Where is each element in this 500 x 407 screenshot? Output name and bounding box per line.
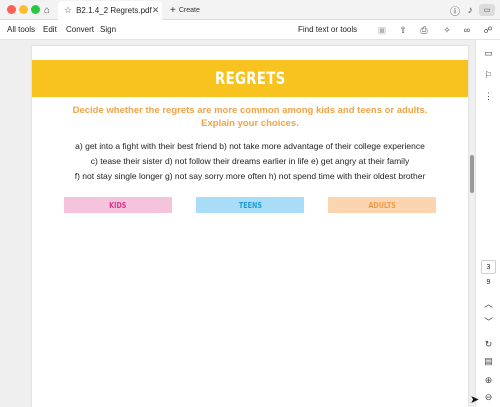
more-tools-icon[interactable]: ⋮ — [481, 89, 496, 103]
regret-line: f) not stay single longer g) not say sor… — [74, 171, 426, 181]
share-icon[interactable]: ☍ — [481, 23, 495, 37]
zoom-out-icon[interactable]: ⊖ — [481, 390, 496, 404]
category-kids-label: KIDS — [109, 200, 127, 210]
vertical-scrollbar[interactable] — [470, 155, 474, 193]
zoom-in-icon[interactable]: ⊕ — [481, 373, 496, 387]
category-teens-label: TEENS — [238, 200, 262, 210]
title-banner: REGRETS — [32, 60, 468, 97]
star-icon[interactable]: ☆ — [64, 5, 72, 16]
menu-sign[interactable]: Sign — [100, 25, 116, 34]
refresh-icon[interactable]: ↻ — [481, 337, 496, 351]
menu-convert[interactable]: Convert — [66, 25, 94, 34]
regret-line: a) get into a fight with their best frie… — [75, 141, 425, 151]
instruction-line: Decide whether the regrets are more comm… — [72, 105, 428, 116]
close-icon[interactable]: ✕ — [152, 5, 160, 16]
tab-title: B2.1.4_2 Regrets.pdf — [76, 6, 152, 15]
instructions: Decide whether the regrets are more comm… — [62, 104, 438, 130]
app-menu-bar: All tools Edit Convert Sign Find text or… — [0, 20, 500, 40]
chevron-down-icon[interactable]: ﹀ — [481, 314, 496, 328]
category-teens-box: TEENS — [196, 197, 304, 213]
bookmark-icon[interactable]: ⚐ — [481, 68, 496, 82]
category-adults-box: ADULTS — [328, 197, 436, 213]
save-icon[interactable]: ▤ — [481, 354, 496, 368]
comment-icon[interactable]: ▭ — [481, 46, 496, 60]
instruction-line: Explain your choices. — [201, 118, 299, 129]
help-icon[interactable]: ⓘ — [449, 2, 461, 18]
browser-tab-bar: ⌂ ☆ B2.1.4_2 Regrets.pdf ✕ + Create ⓘ ♪ … — [0, 0, 500, 20]
document-viewport[interactable]: REGRETS Decide whether the regrets are m… — [0, 40, 475, 407]
regret-line: c) tease their sister d) not follow thei… — [90, 156, 410, 166]
ai-assistant-icon[interactable]: ✧ — [440, 23, 454, 37]
page-tools-icon[interactable]: ▣ — [375, 23, 389, 37]
chevron-up-icon[interactable]: ︿ — [481, 296, 496, 310]
mouse-cursor-icon: ➤ — [470, 394, 480, 406]
create-tab-button[interactable]: + Create — [170, 3, 200, 17]
menu-all-tools[interactable]: All tools — [7, 25, 35, 34]
cloud-upload-icon[interactable]: ⇧ — [396, 23, 410, 37]
category-adults-label: ADULTS — [368, 200, 396, 210]
bell-icon[interactable]: ♪ — [464, 2, 476, 18]
plus-icon: + — [170, 4, 176, 16]
window-close-button[interactable] — [7, 5, 16, 14]
pdf-page: REGRETS Decide whether the regrets are m… — [32, 46, 468, 407]
account-avatar[interactable]: ▭ — [479, 4, 495, 16]
current-page-field[interactable]: 3 — [481, 260, 496, 274]
window-minimize-button[interactable] — [19, 5, 28, 14]
find-text-or-tools[interactable]: Find text or tools — [298, 25, 357, 34]
create-label: Create — [178, 6, 200, 14]
menu-edit[interactable]: Edit — [43, 25, 57, 34]
total-pages: 9 — [486, 279, 491, 286]
link-icon[interactable]: ∞ — [460, 23, 474, 37]
pdf-tab[interactable]: ☆ B2.1.4_2 Regrets.pdf ✕ — [58, 1, 162, 20]
right-sidebar: ▭ ⚐ ⋮ 3 9 ︿ ﹀ ↻ ▤ ⊕ ⊖ — [475, 40, 500, 407]
category-kids-box: KIDS — [64, 197, 172, 213]
home-icon[interactable]: ⌂ — [40, 2, 54, 18]
window-maximize-button[interactable] — [31, 5, 40, 14]
print-icon[interactable]: ⎙ — [417, 23, 431, 37]
document-title: REGRETS — [214, 68, 286, 89]
